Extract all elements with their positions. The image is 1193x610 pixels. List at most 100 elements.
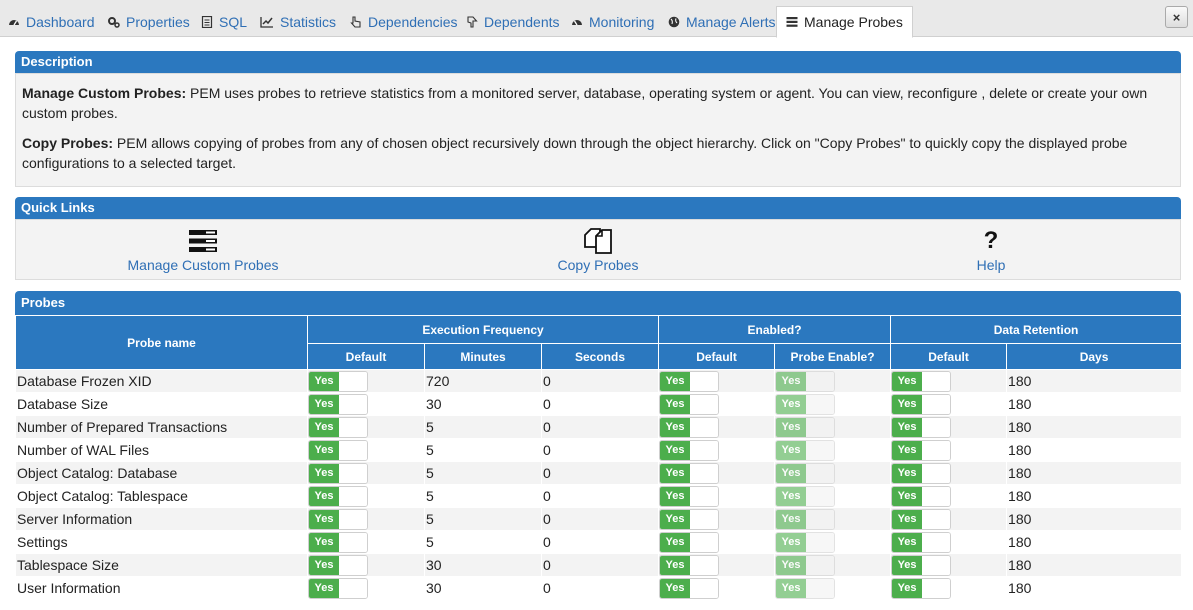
frequency-default-toggle[interactable]: Yes <box>308 531 368 553</box>
days-cell: 180 <box>1006 576 1183 600</box>
table-row[interactable]: Object Catalog: Tablespace Yes 5 0 Yes Yes Yes… <box>15 484 1183 508</box>
table-row[interactable]: Number of WAL Files Yes 5 0 Yes Yes Yes 180 <box>15 438 1183 462</box>
tab-dashboard[interactable]: Dashboard <box>8 6 95 37</box>
tab-monitoring[interactable]: Monitoring <box>571 6 654 37</box>
days-cell: 180 <box>1006 415 1183 439</box>
toggle-on-label: Yes <box>660 463 691 483</box>
enabled-default-toggle[interactable]: Yes <box>659 462 720 484</box>
probe-enable-cell: Yes <box>774 392 892 416</box>
frequency-default-toggle[interactable]: Yes <box>308 508 368 530</box>
frequency-default-toggle[interactable]: Yes <box>308 462 368 484</box>
tab-dependents[interactable]: Dependents <box>466 6 560 37</box>
probe-enable-cell: Yes <box>774 461 892 485</box>
toggle-off-part <box>806 371 835 391</box>
enabled-default-toggle[interactable]: Yes <box>659 508 720 530</box>
enabled-default-toggle[interactable]: Yes <box>659 416 720 438</box>
retention-default-cell: Yes <box>890 438 1008 462</box>
probe-enable-toggle: Yes <box>775 393 836 415</box>
enabled-default-toggle[interactable]: Yes <box>659 370 720 392</box>
help-link[interactable]: ? Help <box>968 220 1014 281</box>
description-term: Copy Probes: <box>22 135 114 151</box>
retention-default-toggle[interactable]: Yes <box>891 577 952 599</box>
enabled-default-cell: Yes <box>658 530 776 554</box>
toggle-off-part <box>339 555 367 575</box>
col-probe-name: Probe name <box>15 315 308 370</box>
close-icon: × <box>1172 9 1181 25</box>
tab-manage-alerts[interactable]: Manage Alerts <box>668 6 776 37</box>
retention-default-toggle[interactable]: Yes <box>891 531 952 553</box>
toggle-off-part <box>690 555 719 575</box>
retention-default-toggle[interactable]: Yes <box>891 485 952 507</box>
minutes-cell: 5 <box>424 415 542 439</box>
days-cell: 180 <box>1006 484 1183 508</box>
copy-probes-link[interactable]: Copy Probes <box>544 220 652 281</box>
enabled-default-cell: Yes <box>658 369 776 393</box>
frequency-default-toggle[interactable]: Yes <box>308 485 368 507</box>
table-row[interactable]: Number of Prepared Transactions Yes 5 0 Yes Y… <box>15 415 1183 439</box>
retention-default-toggle[interactable]: Yes <box>891 554 952 576</box>
enabled-default-toggle[interactable]: Yes <box>659 439 720 461</box>
retention-default-toggle[interactable]: Yes <box>891 393 952 415</box>
toggle-on-label: Yes <box>309 578 339 598</box>
enabled-default-toggle[interactable]: Yes <box>659 485 720 507</box>
frequency-default-cell: Yes <box>307 415 425 439</box>
toggle-off-part <box>806 463 835 483</box>
tab-label: Dependents <box>484 13 560 30</box>
retention-default-toggle[interactable]: Yes <box>891 462 952 484</box>
manage-custom-probes-link[interactable]: Manage Custom Probes <box>115 220 291 281</box>
toggle-off-part <box>339 532 367 552</box>
tab-label: Properties <box>126 13 190 30</box>
table-row[interactable]: Database Size Yes 30 0 Yes Yes Yes 180 <box>15 392 1183 416</box>
tab-sql[interactable]: SQL <box>201 6 247 37</box>
retention-default-toggle[interactable]: Yes <box>891 370 952 392</box>
col-minutes: Minutes <box>424 343 542 370</box>
toggle-on-label: Yes <box>660 371 691 391</box>
frequency-default-toggle[interactable]: Yes <box>308 439 368 461</box>
close-button[interactable]: × <box>1165 6 1188 28</box>
toggle-on-label: Yes <box>776 371 807 391</box>
toggle-on-label: Yes <box>309 417 339 437</box>
tab-statistics[interactable]: Statistics <box>260 6 336 37</box>
description-term: Manage Custom Probes: <box>22 85 187 101</box>
toggle-off-part <box>806 417 835 437</box>
seconds-cell: 0 <box>540 576 660 600</box>
toggle-off-part <box>690 417 719 437</box>
frequency-default-toggle[interactable]: Yes <box>308 416 368 438</box>
frequency-default-toggle[interactable]: Yes <box>308 554 368 576</box>
tab-label: Statistics <box>280 13 337 30</box>
table-row[interactable]: Object Catalog: Database Yes 5 0 Yes Yes Yes 18… <box>15 461 1183 485</box>
retention-default-toggle[interactable]: Yes <box>891 508 952 530</box>
col-days: Days <box>1006 343 1183 370</box>
frequency-default-toggle[interactable]: Yes <box>308 577 368 599</box>
retention-default-cell: Yes <box>890 576 1008 600</box>
tab-manage-probes[interactable]: Manage Probes <box>776 6 913 38</box>
toggle-on-label: Yes <box>892 555 923 575</box>
minutes-cell: 30 <box>424 553 542 577</box>
col-execution-frequency: Execution Frequency <box>306 315 660 344</box>
table-row[interactable]: Server Information Yes 5 0 Yes Yes Yes 180 <box>15 507 1183 531</box>
statistics-icon <box>260 16 274 28</box>
toggle-on-label: Yes <box>776 555 807 575</box>
probe-enable-cell: Yes <box>774 369 892 393</box>
enabled-default-toggle[interactable]: Yes <box>659 577 720 599</box>
retention-default-toggle[interactable]: Yes <box>891 416 952 438</box>
toggle-off-part <box>339 486 367 506</box>
col-enabled-default: Default <box>658 343 776 370</box>
frequency-default-toggle[interactable]: Yes <box>308 370 368 392</box>
probe-enable-toggle: Yes <box>775 462 836 484</box>
table-row[interactable]: User Information Yes 30 0 Yes Yes Yes 180 <box>15 576 1183 600</box>
enabled-default-toggle[interactable]: Yes <box>659 554 720 576</box>
enabled-default-toggle[interactable]: Yes <box>659 393 720 415</box>
frequency-default-toggle[interactable]: Yes <box>308 393 368 415</box>
table-row[interactable]: Database Frozen XID Yes 720 0 Yes Yes Yes 180 <box>15 369 1183 393</box>
days-cell: 180 <box>1006 461 1183 485</box>
tab-dependencies[interactable]: Dependencies <box>350 6 458 37</box>
table-row[interactable]: Settings Yes 5 0 Yes Yes Yes 180 <box>15 530 1183 554</box>
toggle-off-part <box>922 463 951 483</box>
enabled-default-cell: Yes <box>658 415 776 439</box>
table-row[interactable]: Tablespace Size Yes 30 0 Yes Yes Yes 180 <box>15 553 1183 577</box>
enabled-default-toggle[interactable]: Yes <box>659 531 720 553</box>
retention-default-toggle[interactable]: Yes <box>891 439 952 461</box>
tab-properties[interactable]: Properties <box>108 6 190 37</box>
toggle-off-part <box>922 417 951 437</box>
